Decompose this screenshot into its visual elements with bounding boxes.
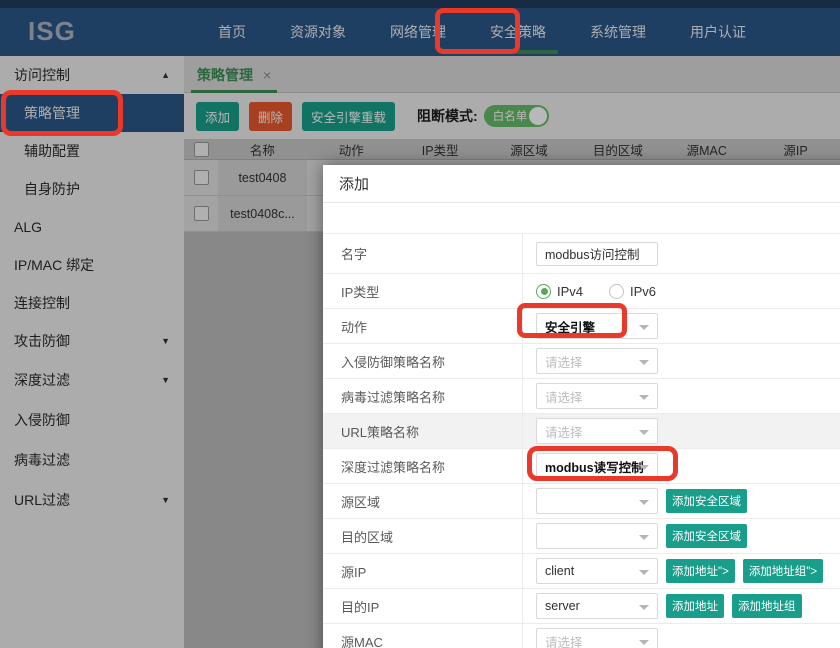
dst-zone-select[interactable] bbox=[536, 523, 658, 549]
url-policy-label: URL策略名称 bbox=[323, 414, 523, 448]
add-policy-modal: 添加 名字 IP类型 IPv4 IPv6 bbox=[323, 165, 840, 648]
form-row-src-zone: 源区域 添加安全区域 bbox=[323, 484, 840, 519]
add-address-group-button[interactable]: 添加地址组"> bbox=[743, 559, 823, 583]
add-policy-form: 名字 IP类型 IPv4 IPv6 bbox=[323, 233, 840, 648]
action-select[interactable]: 安全引擎 bbox=[536, 313, 658, 339]
add-address-button[interactable]: 添加地址"> bbox=[666, 559, 735, 583]
ipv4-radio[interactable]: IPv4 bbox=[536, 284, 583, 299]
ips-policy-select[interactable]: 请选择 bbox=[536, 348, 658, 374]
form-row-av-policy: 病毒过滤策略名称 请选择 bbox=[323, 379, 840, 414]
chevron-down-icon bbox=[639, 570, 649, 575]
action-label: 动作 bbox=[323, 309, 523, 343]
chevron-down-icon bbox=[639, 640, 649, 645]
add-security-zone-button[interactable]: 添加安全区域 bbox=[666, 524, 747, 548]
av-policy-label: 病毒过滤策略名称 bbox=[323, 379, 523, 413]
chevron-down-icon bbox=[639, 535, 649, 540]
deep-policy-label: 深度过滤策略名称 bbox=[323, 449, 523, 483]
add-security-zone-button[interactable]: 添加安全区域 bbox=[666, 489, 747, 513]
dst-zone-label: 目的区域 bbox=[323, 519, 523, 553]
src-zone-label: 源区域 bbox=[323, 484, 523, 518]
form-row-iptype: IP类型 IPv4 IPv6 bbox=[323, 274, 840, 309]
chevron-down-icon bbox=[639, 500, 649, 505]
chevron-down-icon bbox=[639, 325, 649, 330]
name-input[interactable] bbox=[536, 242, 658, 266]
form-row-url-policy: URL策略名称 请选择 bbox=[323, 414, 840, 449]
radio-unchecked-icon bbox=[609, 284, 624, 299]
form-row-name: 名字 bbox=[323, 234, 840, 274]
src-zone-select[interactable] bbox=[536, 488, 658, 514]
form-row-src-mac: 源MAC 请选择 bbox=[323, 624, 840, 648]
form-row-src-ip: 源IP client 添加地址"> 添加地址组"> bbox=[323, 554, 840, 589]
form-row-ips-policy: 入侵防御策略名称 请选择 bbox=[323, 344, 840, 379]
modal-title: 添加 bbox=[323, 165, 840, 203]
app-window: ISG 首页 资源对象 网络管理 安全策略 系统管理 用户认证 访问控制 ▲ 策… bbox=[0, 0, 840, 648]
ips-policy-label: 入侵防御策略名称 bbox=[323, 344, 523, 378]
dst-ip-label: 目的IP bbox=[323, 589, 523, 623]
src-ip-select[interactable]: client bbox=[536, 558, 658, 584]
add-address-button[interactable]: 添加地址 bbox=[666, 594, 724, 618]
iptype-label: IP类型 bbox=[323, 274, 523, 308]
chevron-down-icon bbox=[639, 430, 649, 435]
radio-checked-icon bbox=[536, 284, 551, 299]
chevron-down-icon bbox=[639, 395, 649, 400]
form-row-dst-zone: 目的区域 添加安全区域 bbox=[323, 519, 840, 554]
add-address-group-button[interactable]: 添加地址组 bbox=[732, 594, 802, 618]
chevron-down-icon bbox=[639, 360, 649, 365]
src-mac-label: 源MAC bbox=[323, 624, 523, 648]
name-label: 名字 bbox=[323, 234, 523, 273]
deep-policy-select[interactable]: modbus读写控制 bbox=[536, 453, 658, 479]
av-policy-select[interactable]: 请选择 bbox=[536, 383, 658, 409]
form-row-action: 动作 安全引擎 bbox=[323, 309, 840, 344]
form-row-dst-ip: 目的IP server 添加地址 添加地址组 bbox=[323, 589, 840, 624]
ipv6-radio[interactable]: IPv6 bbox=[609, 284, 656, 299]
src-mac-select[interactable]: 请选择 bbox=[536, 628, 658, 648]
src-ip-label: 源IP bbox=[323, 554, 523, 588]
chevron-down-icon bbox=[639, 465, 649, 470]
chevron-down-icon bbox=[639, 605, 649, 610]
url-policy-select[interactable]: 请选择 bbox=[536, 418, 658, 444]
form-row-deep-policy: 深度过滤策略名称 modbus读写控制 bbox=[323, 449, 840, 484]
dst-ip-select[interactable]: server bbox=[536, 593, 658, 619]
